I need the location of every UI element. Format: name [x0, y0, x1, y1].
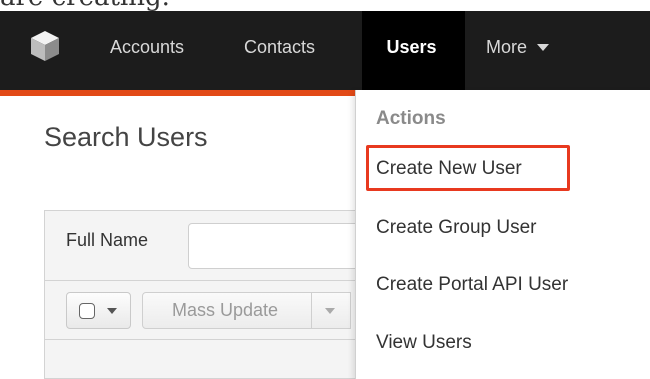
nav-item-more-label: More	[486, 37, 528, 57]
chevron-down-icon	[107, 308, 117, 314]
list-actions-row: Mass Update	[45, 281, 365, 340]
menu-item-create-group-user[interactable]: Create Group User	[376, 217, 537, 239]
nav-item-accounts[interactable]: Accounts	[110, 11, 184, 90]
nav-item-more[interactable]: More	[486, 11, 550, 90]
chevron-down-icon	[537, 43, 550, 51]
caption-text: are creating.	[0, 0, 170, 11]
select-all-dropdown[interactable]	[66, 292, 131, 329]
top-navbar	[0, 11, 650, 90]
nav-item-contacts[interactable]: Contacts	[244, 11, 315, 90]
page-title: Search Users	[44, 122, 208, 152]
mass-update-menu-button[interactable]	[311, 292, 351, 329]
menu-item-create-new-user[interactable]: Create New User	[376, 158, 522, 180]
search-filter-panel: Full Name Mass Update	[44, 210, 378, 379]
menu-item-create-portal-api-user[interactable]: Create Portal API User	[376, 274, 568, 296]
mass-update-button[interactable]: Mass Update	[142, 292, 312, 329]
users-dropdown-menu: Actions Create New User Create Group Use…	[355, 90, 650, 379]
filter-row: Full Name	[45, 211, 378, 281]
full-name-input[interactable]	[188, 223, 378, 269]
full-name-label: Full Name	[66, 230, 149, 250]
nav-accent-bar	[0, 90, 355, 96]
menu-item-view-users[interactable]: View Users	[376, 332, 472, 354]
dropdown-header: Actions	[376, 108, 446, 129]
cube-icon[interactable]	[28, 29, 62, 63]
checkbox-icon	[79, 303, 95, 319]
nav-item-users[interactable]: Users	[362, 11, 465, 90]
chevron-down-icon	[325, 308, 335, 314]
